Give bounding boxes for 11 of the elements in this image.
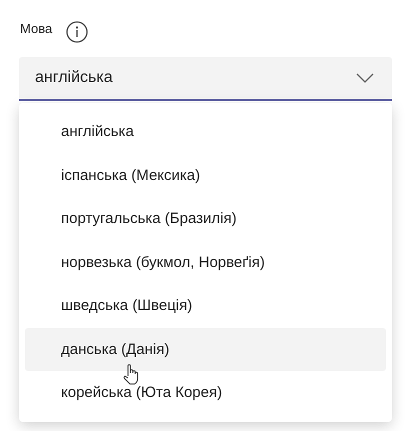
- dropdown-option[interactable]: англійська: [25, 110, 386, 154]
- dropdown-option[interactable]: корейська (Юта Корея): [25, 371, 386, 414]
- info-icon[interactable]: [66, 21, 88, 43]
- dropdown-option[interactable]: іспанська (Мексика): [25, 154, 386, 197]
- hand-cursor-icon: [123, 362, 139, 384]
- chevron-down-icon: [356, 73, 374, 83]
- dropdown-option[interactable]: норвезька (букмол, Норвеґія): [25, 240, 386, 284]
- field-label: Мова: [20, 20, 52, 36]
- language-dropdown[interactable]: англійська: [19, 57, 392, 101]
- dropdown-option[interactable]: португальська (Бразилія): [25, 197, 386, 240]
- dropdown-option[interactable]: шведська (Швеція): [25, 284, 386, 328]
